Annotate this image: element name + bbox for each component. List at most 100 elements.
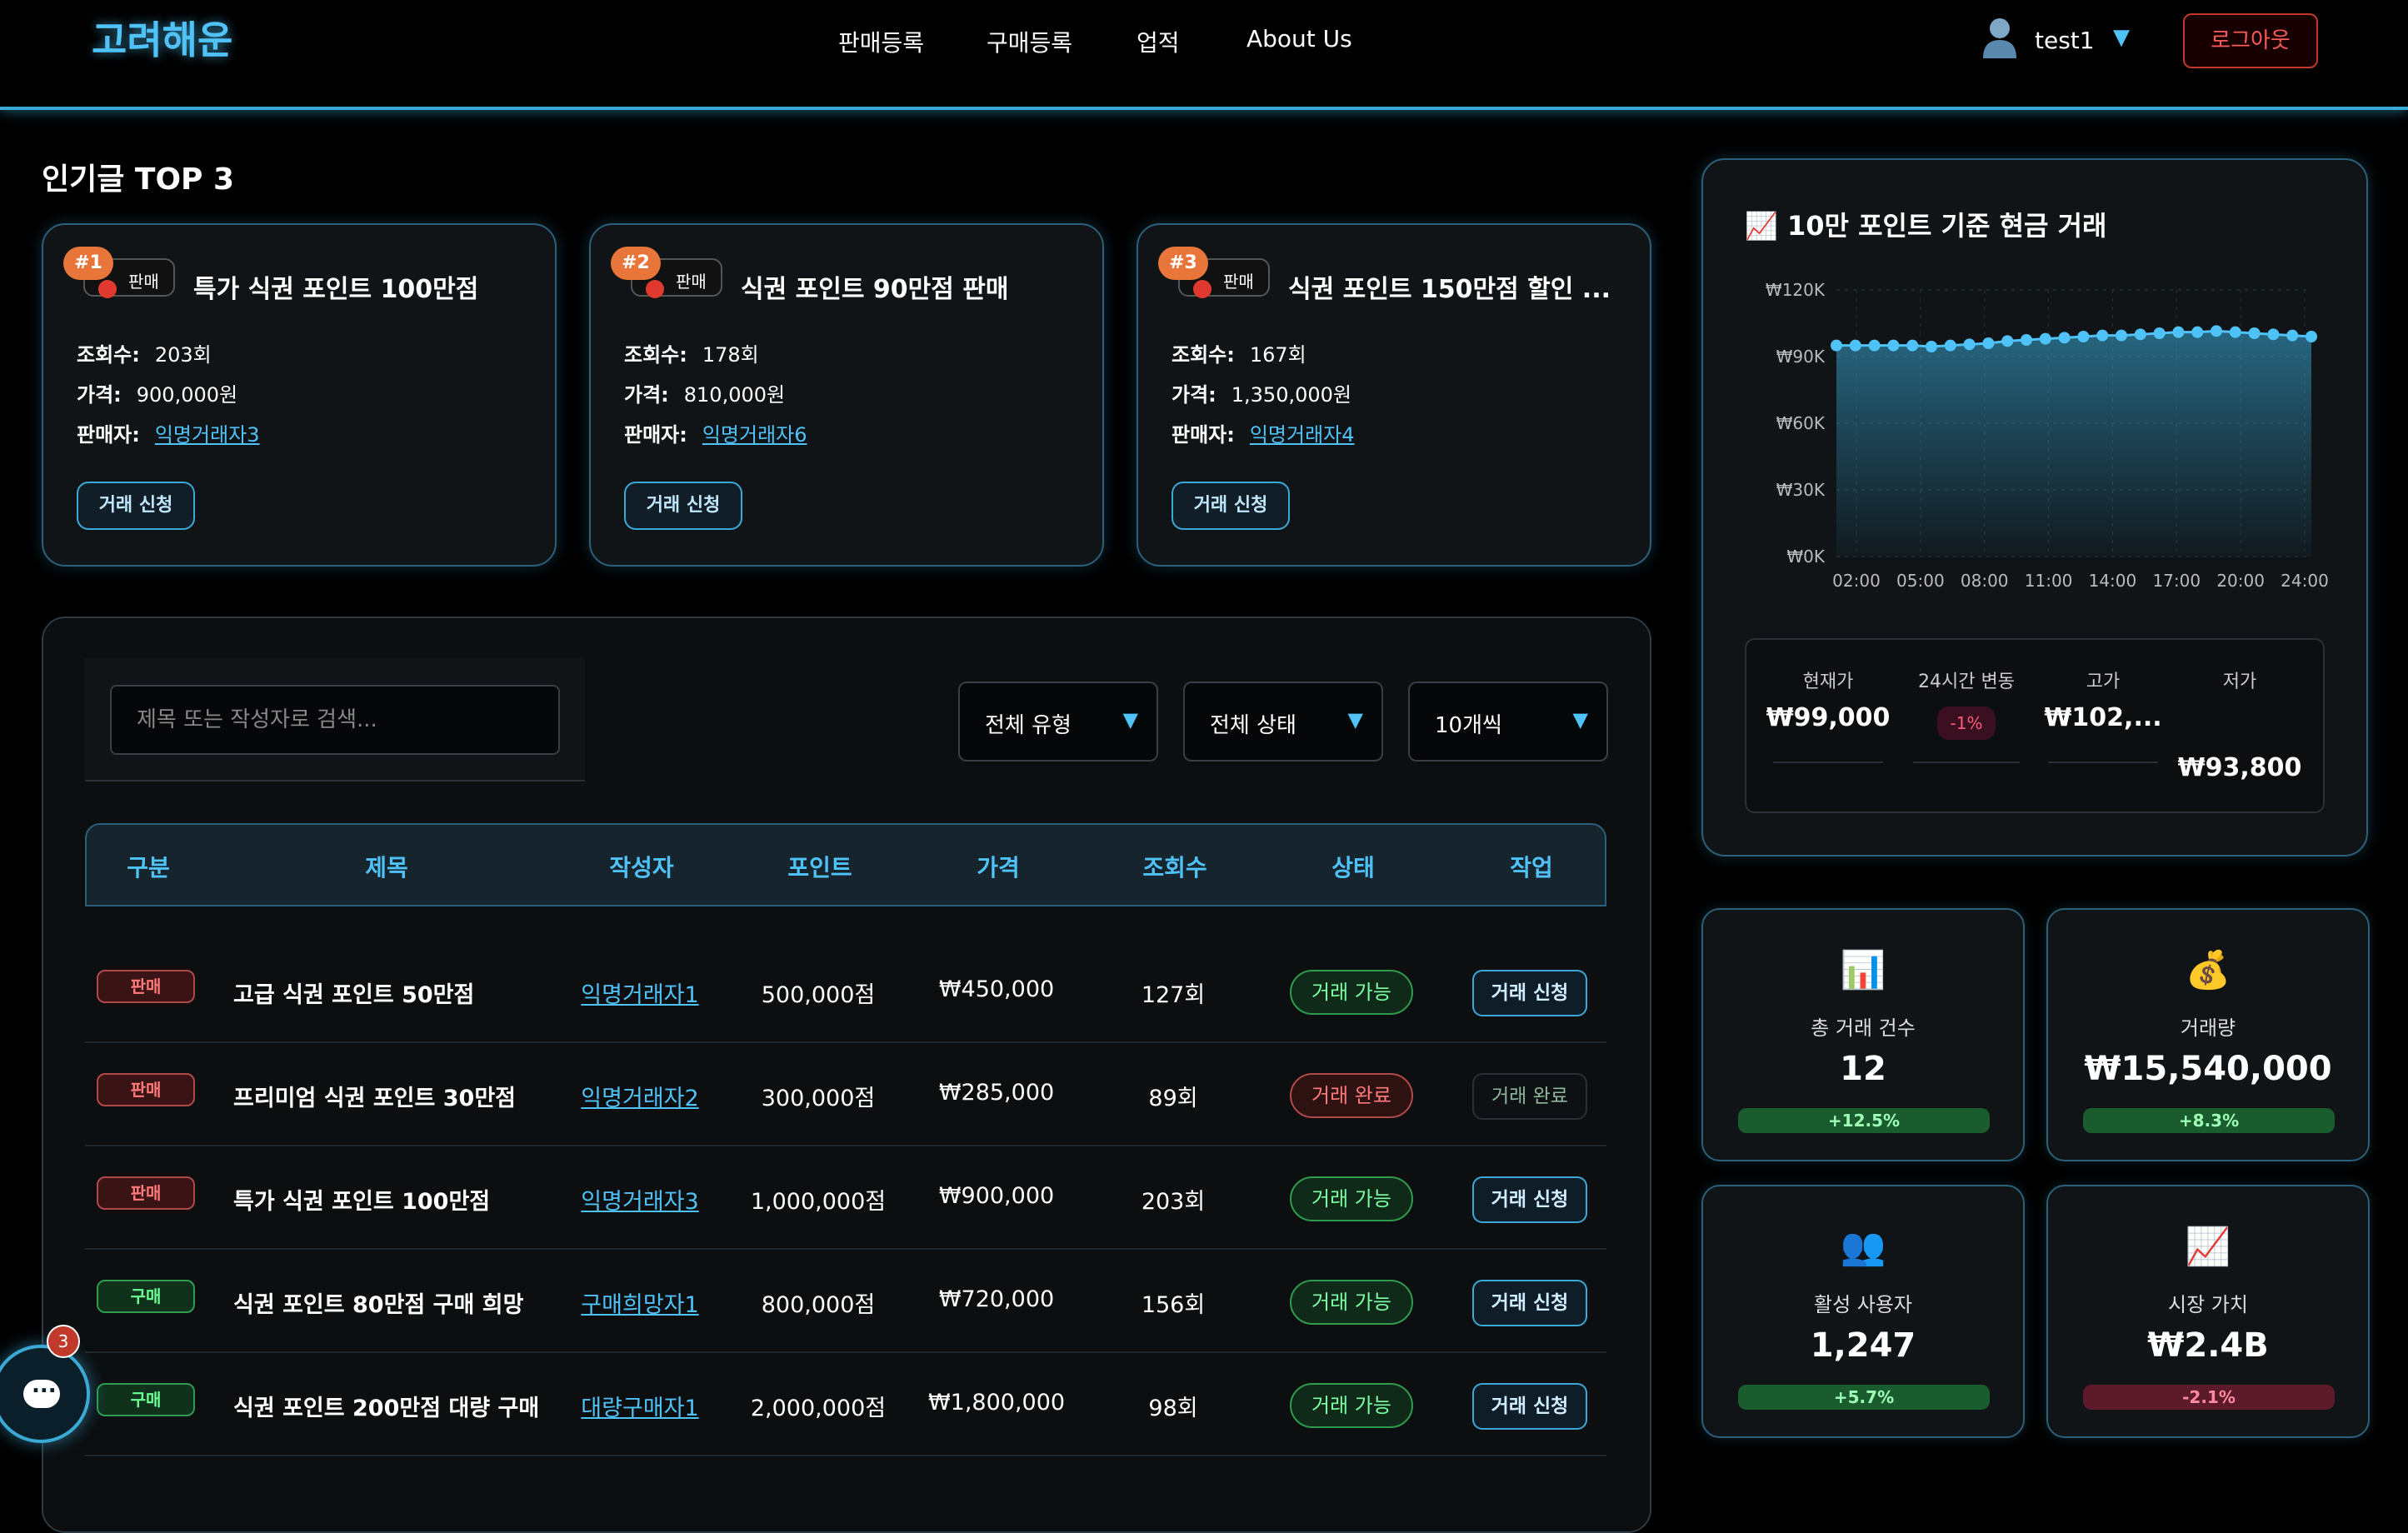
trade-request-button[interactable]: 거래 신청	[1472, 1176, 1587, 1223]
data-point[interactable]	[1944, 339, 1956, 352]
table-row[interactable]: 판매 프리미엄 식권 포인트 30만점 익명거래자2 300,000점 ₩285…	[85, 1043, 1606, 1146]
author-link[interactable]: 대량구매자1	[581, 1390, 698, 1422]
high-label: 고가	[2086, 672, 2121, 692]
metric-value: 1,247	[1810, 1326, 1916, 1365]
data-point[interactable]	[2116, 329, 2127, 342]
nav-sell-register[interactable]: 판매등록	[838, 25, 924, 58]
trade-request-button[interactable]: 거래 신청	[77, 482, 195, 530]
trade-request-button[interactable]: 거래 신청	[1472, 1383, 1587, 1430]
trend-icon: 📈	[1745, 210, 1778, 242]
search-input[interactable]: 제목 또는 작성자로 검색...	[110, 685, 560, 755]
table-row[interactable]: 구매 식권 포인트 80만점 구매 희망 구매희망자1 800,000점 ₩72…	[85, 1250, 1606, 1353]
user-menu[interactable]: test1 ▼	[1981, 17, 2148, 63]
user-icon	[1983, 18, 2016, 58]
price-row: 가격: 810,000원	[624, 383, 786, 407]
data-point[interactable]	[2077, 331, 2090, 342]
chevron-down-icon[interactable]: ▼	[2113, 25, 2130, 50]
col-type[interactable]: 구분	[127, 850, 170, 883]
data-point[interactable]	[2039, 332, 2051, 345]
top-card-2: 판매 #2 식권 포인트 90만점 판매 조회수: 178회 가격: 810,000…	[589, 223, 1104, 567]
data-point[interactable]	[2306, 331, 2317, 342]
x-tick-label: 24:00	[2281, 571, 2328, 591]
type-tag: 구매	[97, 1280, 195, 1313]
data-point[interactable]	[2172, 326, 2185, 338]
data-point[interactable]	[2286, 329, 2299, 342]
data-point[interactable]	[2001, 335, 2014, 347]
search-area: 제목 또는 작성자로 검색...	[85, 658, 585, 781]
table-row[interactable]: 구매 식권 포인트 200만점 대량 구매 대량구매자1 2,000,000점 …	[85, 1353, 1606, 1456]
seller-link[interactable]: 익명거래자3	[155, 423, 260, 447]
data-point[interactable]	[1906, 339, 1919, 352]
author-link[interactable]: 익명거래자2	[581, 1080, 698, 1112]
table-row[interactable]: 판매 고급 식권 포인트 50만점 익명거래자1 500,000점 ₩450,0…	[85, 940, 1606, 1043]
logo[interactable]: 고려해운	[92, 10, 232, 65]
col-price[interactable]: 가격	[977, 850, 1020, 883]
data-point[interactable]	[1963, 338, 1976, 351]
rank-badge: #3	[1158, 247, 1208, 280]
type-filter-select[interactable]: 전체 유형 ▼	[958, 682, 1158, 762]
top-card-1: 판매 #1 특가 식권 포인트 100만점 조회수: 203회 가격: 900,00…	[42, 223, 557, 567]
seller-link[interactable]: 익명거래자6	[702, 423, 807, 447]
data-point[interactable]	[1849, 339, 1861, 352]
trend-icon: 📈	[2185, 1226, 2231, 1268]
trade-request-button[interactable]: 거래 신청	[624, 482, 742, 530]
trade-request-button[interactable]: 거래 신청	[1472, 970, 1587, 1016]
row-points: 2,000,000점	[750, 1396, 887, 1421]
row-views: 203회	[1141, 1189, 1206, 1215]
status-filter-select[interactable]: 전체 상태 ▼	[1183, 682, 1383, 762]
data-point[interactable]	[2058, 332, 2071, 344]
data-point[interactable]	[2248, 327, 2261, 339]
row-title[interactable]: 식권 포인트 200만점 대량 구매	[233, 1390, 539, 1422]
nav-buy-register[interactable]: 구매등록	[987, 25, 1072, 58]
y-tick-label: ₩120K	[1766, 280, 1826, 300]
table-row[interactable]: 판매 특가 식권 포인트 100만점 익명거래자3 1,000,000점 ₩90…	[85, 1146, 1606, 1250]
row-title[interactable]: 특가 식권 포인트 100만점	[233, 1183, 490, 1216]
col-author[interactable]: 작성자	[609, 850, 673, 883]
table-header: 구분 제목 작성자 포인트 가격 조회수 상태 작업	[85, 823, 1606, 906]
seller-link[interactable]: 익명거래자4	[1250, 423, 1355, 447]
data-point[interactable]	[2153, 327, 2166, 339]
data-point[interactable]	[2267, 328, 2280, 341]
data-point[interactable]	[2191, 326, 2204, 338]
row-title[interactable]: 프리미엄 식권 포인트 30만점	[233, 1080, 516, 1112]
current-price: ₩99,000	[1766, 703, 1891, 732]
trade-request-button[interactable]: 거래 신청	[1172, 482, 1290, 530]
data-point[interactable]	[1887, 339, 1900, 352]
bar-chart-icon: 📊	[1840, 949, 1886, 991]
data-point[interactable]	[2021, 334, 2032, 346]
author-link[interactable]: 구매희망자1	[581, 1286, 698, 1319]
nav-about-us[interactable]: About Us	[1246, 25, 1352, 52]
row-price: ₩900,000	[938, 1183, 1055, 1209]
y-tick-label: ₩90K	[1776, 347, 1826, 367]
author-link[interactable]: 익명거래자1	[581, 976, 698, 1009]
data-point[interactable]	[1982, 337, 1995, 349]
data-point[interactable]	[2229, 326, 2241, 338]
divider	[1913, 762, 2020, 763]
page-size-select[interactable]: 10개씩 ▼	[1408, 682, 1608, 762]
nav-achievements[interactable]: 업적	[1137, 25, 1180, 58]
col-status[interactable]: 상태	[1331, 850, 1375, 883]
data-point[interactable]	[2134, 328, 2146, 341]
seller-row: 판매자: 익명거래자4	[1172, 423, 1355, 447]
type-tag: 판매	[97, 1073, 195, 1106]
logout-button[interactable]: 로그아웃	[2183, 13, 2318, 68]
col-title[interactable]: 제목	[365, 850, 408, 883]
row-title[interactable]: 식권 포인트 80만점 구매 희망	[233, 1286, 523, 1319]
price-area-chart[interactable]: ₩120K ₩90K ₩60K ₩30K ₩0K 02:00 05:00 08:00 11:0…	[1745, 267, 2328, 592]
data-point[interactable]	[2096, 329, 2109, 342]
col-views[interactable]: 조회수	[1142, 850, 1206, 883]
price-stats: 현재가 ₩99,000 24시간 변동 -1% 고가 ₩102,... 저가 ₩…	[1745, 638, 2325, 813]
data-point[interactable]	[1926, 341, 1937, 352]
data-point[interactable]	[1831, 339, 1842, 352]
row-views: 127회	[1141, 982, 1206, 1008]
trade-request-button[interactable]: 거래 신청	[1472, 1280, 1587, 1326]
data-point[interactable]	[1868, 339, 1881, 352]
status-badge: 거래 가능	[1290, 1280, 1413, 1325]
col-action[interactable]: 작업	[1510, 850, 1553, 883]
col-points[interactable]: 포인트	[787, 850, 852, 883]
author-link[interactable]: 익명거래자3	[581, 1183, 698, 1216]
row-title[interactable]: 고급 식권 포인트 50만점	[233, 976, 474, 1009]
data-point[interactable]	[2211, 325, 2222, 337]
current-price-label: 현재가	[1802, 672, 1854, 692]
status-badge: 거래 가능	[1290, 1176, 1413, 1221]
